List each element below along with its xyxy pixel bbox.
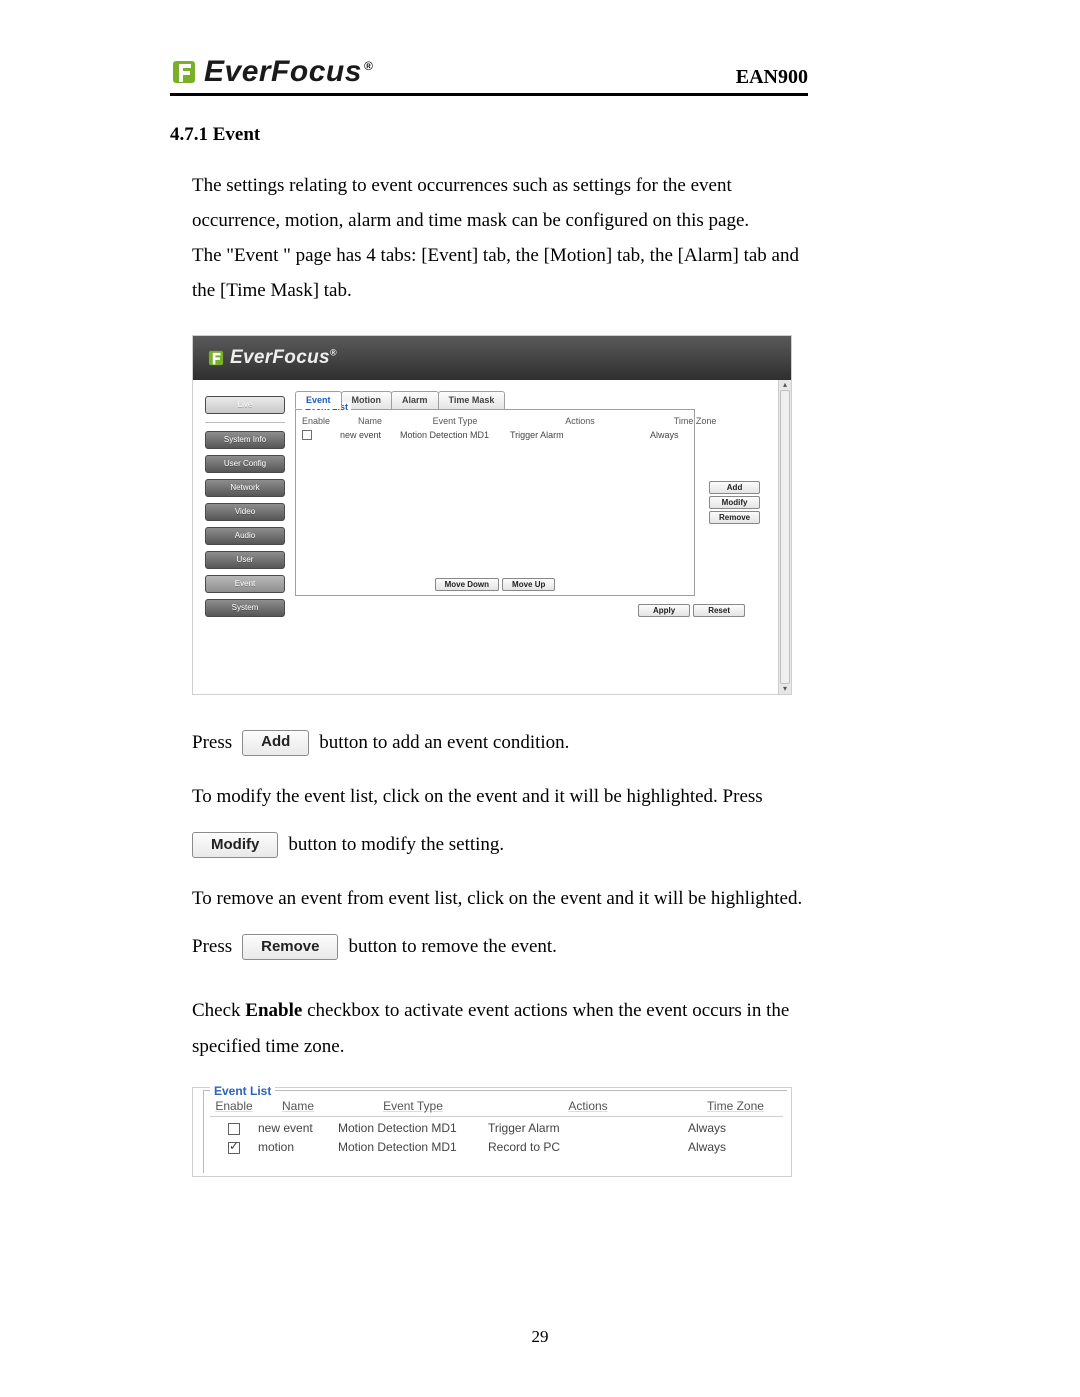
sidebar-item-live[interactable]: Live — [205, 396, 285, 414]
screenshot-content: Event Motion Alarm Time Mask Event List … — [295, 391, 771, 617]
col-name: Name — [258, 1099, 338, 1117]
section-title: 4.7.1 Event — [170, 124, 940, 146]
col-enable: Enable — [302, 416, 340, 426]
brand-logo: EverFocus® — [170, 55, 373, 89]
brand-mark-icon — [207, 349, 225, 367]
text: button to add an event condition. — [319, 725, 569, 761]
col-event-type: Event Type — [400, 416, 510, 426]
col-actions: Actions — [488, 1099, 688, 1117]
remove-intro-line: To remove an event from event list, clic… — [192, 881, 812, 917]
cell-actions[interactable]: Trigger Alarm — [488, 1117, 688, 1136]
text: Press — [192, 929, 232, 965]
scroll-thumb[interactable] — [780, 390, 790, 684]
inline-remove-button: Remove — [242, 934, 338, 960]
cell-actions[interactable]: Trigger Alarm — [510, 426, 650, 442]
intro-paragraph-1: The settings relating to event occurrenc… — [192, 168, 812, 238]
page-number: 29 — [0, 1327, 1080, 1347]
event-list-table: Enable Name Event Type Actions Time Zone… — [302, 416, 688, 442]
tab-event[interactable]: Event — [295, 391, 342, 409]
cell-name[interactable]: new event — [258, 1117, 338, 1136]
sidebar-item-audio[interactable]: Audio — [205, 527, 285, 545]
event-list-fieldset: Event List Enable Name Event Type Action… — [295, 409, 695, 596]
event-list-table: Enable Name Event Type Actions Time Zone… — [210, 1099, 781, 1155]
tabs: Event Motion Alarm Time Mask — [295, 391, 771, 409]
cell-enable[interactable] — [302, 426, 340, 442]
side-buttons: Add Modify Remove — [709, 481, 760, 524]
add-button[interactable]: Add — [709, 481, 760, 494]
modify-intro-line: To modify the event list, click on the e… — [192, 779, 812, 815]
col-enable: Enable — [210, 1099, 258, 1117]
screenshot-titlebar: EverFocus® — [193, 336, 791, 380]
text: Check — [192, 1000, 245, 1021]
checkbox-icon[interactable] — [228, 1123, 240, 1135]
text: Press — [192, 725, 232, 761]
reset-button[interactable]: Reset — [693, 604, 745, 617]
brand-text: EverFocus® — [230, 347, 337, 369]
move-up-button[interactable]: Move Up — [502, 578, 555, 591]
enable-line: Check Enable checkbox to activate event … — [192, 993, 812, 1065]
brand-mark-icon — [170, 58, 198, 86]
press-add-line: Press Add button to add an event conditi… — [192, 725, 812, 761]
page-header: EverFocus® EAN900 — [170, 55, 808, 96]
divider — [205, 422, 285, 423]
scroll-up-icon[interactable]: ▴ — [779, 380, 791, 390]
sidebar-item-video[interactable]: Video — [205, 503, 285, 521]
cell-time-zone[interactable]: Always — [650, 426, 740, 442]
inline-add-button: Add — [242, 730, 309, 756]
sidebar-item-user[interactable]: User — [205, 551, 285, 569]
brand-text: EverFocus® — [204, 55, 373, 89]
sidebar: Live System Info User Config Network Vid… — [205, 396, 285, 617]
move-down-button[interactable]: Move Down — [435, 578, 499, 591]
modify-button[interactable]: Modify — [709, 496, 760, 509]
col-actions: Actions — [510, 416, 650, 426]
scroll-down-icon[interactable]: ▾ — [779, 684, 791, 694]
cell-time-zone[interactable]: Always — [688, 1136, 783, 1155]
scrollbar[interactable]: ▴ ▾ — [778, 380, 791, 694]
cell-enable[interactable] — [210, 1136, 258, 1155]
cell-actions[interactable]: Record to PC — [488, 1136, 688, 1155]
col-event-type: Event Type — [338, 1099, 488, 1117]
fieldset-label: Event List — [210, 1084, 275, 1098]
inline-modify-button: Modify — [192, 832, 278, 858]
cell-event-type[interactable]: Motion Detection MD1 — [338, 1136, 488, 1155]
move-buttons: Move Down Move Up — [302, 578, 688, 591]
apply-button[interactable]: Apply — [638, 604, 690, 617]
sidebar-item-system-info[interactable]: System Info — [205, 431, 285, 449]
model-number: EAN900 — [736, 66, 808, 89]
footer-buttons: Apply Reset — [295, 604, 745, 617]
event-list-fieldset: Event List Enable Name Event Type Action… — [203, 1090, 787, 1173]
sidebar-item-event[interactable]: Event — [205, 575, 285, 593]
tab-time-mask[interactable]: Time Mask — [438, 391, 506, 409]
screenshot-event-list-detail: Event List Enable Name Event Type Action… — [192, 1087, 792, 1177]
enable-bold: Enable — [245, 1000, 302, 1021]
col-time-zone: Time Zone — [650, 416, 740, 426]
cell-name[interactable]: new event — [340, 426, 400, 442]
text: button to modify the setting. — [288, 827, 504, 863]
col-name: Name — [340, 416, 400, 426]
cell-enable[interactable] — [210, 1117, 258, 1136]
cell-time-zone[interactable]: Always — [688, 1117, 783, 1136]
press-remove-line: Press Remove button to remove the event. — [192, 929, 812, 965]
tab-alarm[interactable]: Alarm — [391, 391, 439, 409]
sidebar-item-user-config[interactable]: User Config — [205, 455, 285, 473]
cell-event-type[interactable]: Motion Detection MD1 — [400, 426, 510, 442]
cell-name[interactable]: motion — [258, 1136, 338, 1155]
col-time-zone: Time Zone — [688, 1099, 783, 1117]
remove-button[interactable]: Remove — [709, 511, 760, 524]
sidebar-item-system[interactable]: System — [205, 599, 285, 617]
cell-event-type[interactable]: Motion Detection MD1 — [338, 1117, 488, 1136]
checkbox-checked-icon[interactable] — [228, 1142, 240, 1154]
checkbox-icon[interactable] — [302, 430, 312, 440]
press-modify-line: Modify button to modify the setting. — [192, 827, 812, 863]
screenshot-event-page: EverFocus® ▴ ▾ Live System Info User Con… — [192, 335, 792, 695]
sidebar-item-network[interactable]: Network — [205, 479, 285, 497]
text: button to remove the event. — [348, 929, 556, 965]
intro-paragraph-2: The "Event " page has 4 tabs: [Event] ta… — [192, 238, 812, 308]
